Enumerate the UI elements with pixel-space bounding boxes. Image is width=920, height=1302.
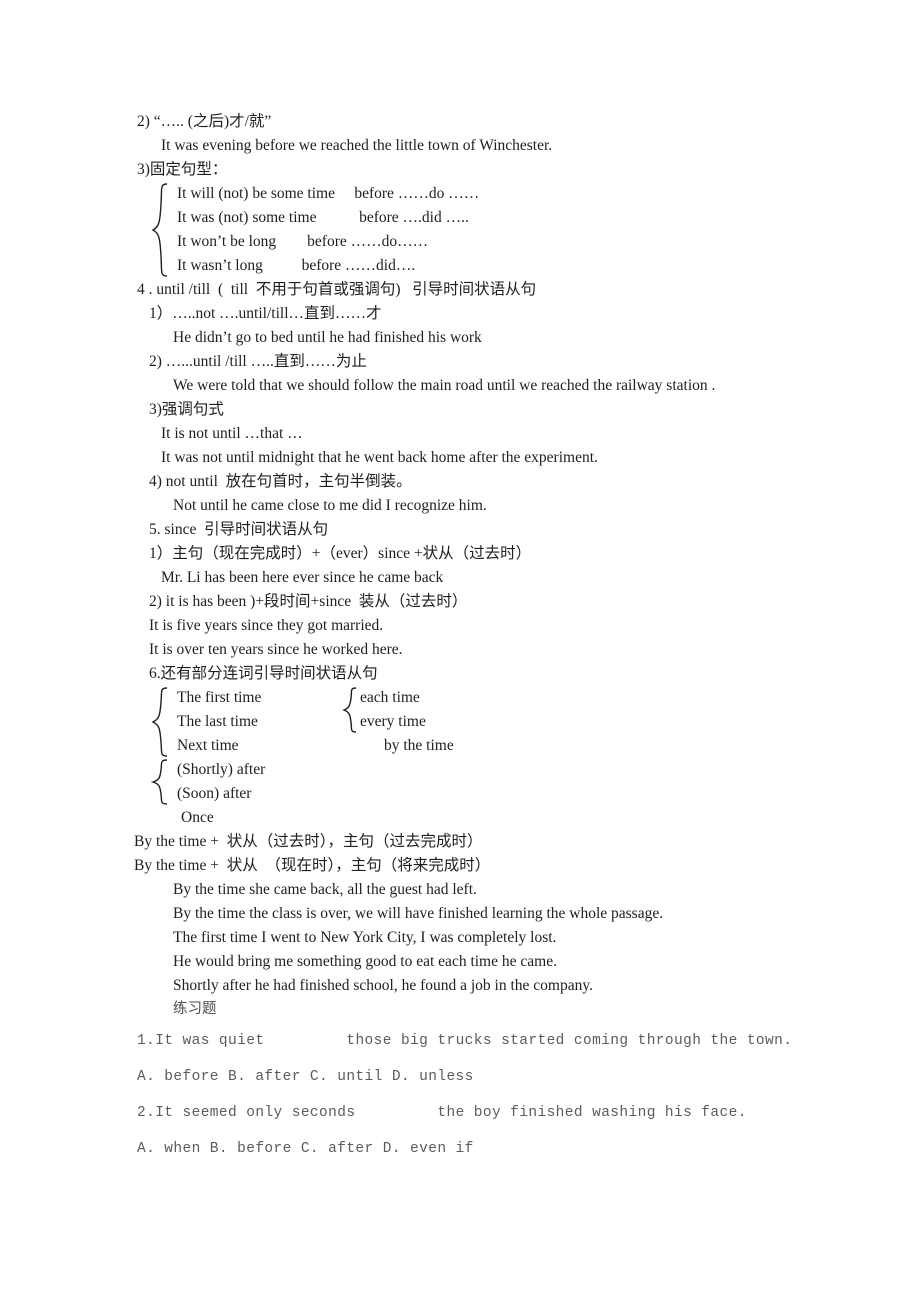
curly-brace-icon <box>151 182 169 278</box>
document-page: 2) “….. (之后)才/就” It was evening before w… <box>0 0 920 1302</box>
since-item-label: 1）主句（现在完成时）+（ever）since +状从（过去时） <box>149 545 532 562</box>
by-the-time-example: By the time she came back, all the guest… <box>173 881 477 898</box>
conjunction-item: each time <box>360 689 420 706</box>
not-until-inversion-example: Not until he came close to me did I reco… <box>173 497 487 514</box>
exercise-section: 练习题 1.It was quiet _______ those big tru… <box>137 995 897 1167</box>
fixed-pattern-row: It won’t be long before ……do…… <box>177 233 429 250</box>
conjunction-item: every time <box>360 713 426 730</box>
answer-blank[interactable]: _______ <box>274 1033 338 1049</box>
question-stem-after: those big trucks started coming through … <box>337 1033 793 1049</box>
emphatic-pattern: It is not until …that … <box>161 425 303 442</box>
by-the-time-pattern: By the time + 状从（过去时），主句（过去完成时） <box>134 833 483 850</box>
by-the-time-example: He would bring me something good to eat … <box>173 953 557 970</box>
curly-brace-icon <box>151 758 169 806</box>
question-stem-before: It was quiet <box>155 1033 274 1049</box>
until-item-example: We were told that we should follow the m… <box>173 377 716 394</box>
example-before-meaning-2: It was evening before we reached the lit… <box>161 137 553 154</box>
fixed-pattern-row: It was (not) some time before ….did ….. <box>177 209 469 226</box>
by-the-time-example: By the time the class is over, we will h… <box>173 905 664 922</box>
other-conjunctions-columns: The first time The last time Next time (… <box>137 686 877 830</box>
fixed-patterns-brace-group: It will (not) be some time before ……do …… <box>137 182 877 278</box>
exercise-options[interactable]: A. when B. before C. after D. even if <box>137 1131 897 1167</box>
curly-brace-icon <box>151 686 169 758</box>
answer-blank[interactable]: _______ <box>365 1105 429 1121</box>
fixed-patterns-rows: It will (not) be some time before ……do …… <box>177 182 877 278</box>
heading-since: 5. since 引导时间状语从句 <box>149 521 329 538</box>
heading-before-meaning-2: 2) “….. (之后)才/就” <box>137 113 272 130</box>
since-item-example: It is over ten years since he worked her… <box>149 641 403 658</box>
exercise-heading: 练习题 <box>173 1001 217 1017</box>
until-item-label: 2) …...until /till …..直到……为止 <box>149 353 367 370</box>
heading-other-conjunctions: 6.还有部分连词引导时间状语从句 <box>149 665 378 682</box>
document-body: 2) “….. (之后)才/就” It was evening before w… <box>134 110 877 998</box>
conjunctions-right-rows: each time every time by the time <box>342 686 672 758</box>
conjunction-item-by-the-time: by the time <box>384 737 454 754</box>
conjunctions-rows-2: (Shortly) after (Soon) after <box>177 758 877 806</box>
conjunctions-brace-group-2: (Shortly) after (Soon) after <box>137 758 877 806</box>
heading-fixed-patterns: 3)固定句型： <box>137 161 228 178</box>
heading-not-until-inversion: 4) not until 放在句首时，主句半倒装。 <box>149 473 412 490</box>
emphatic-example: It was not until midnight that he went b… <box>161 449 598 466</box>
by-the-time-example: The first time I went to New York City, … <box>173 929 557 946</box>
conjunctions-right-column: each time every time by the time <box>342 686 672 758</box>
question-number: 2. <box>137 1105 156 1121</box>
fixed-pattern-row: It will (not) be some time before ……do …… <box>177 185 480 202</box>
conjunction-item-once: Once <box>181 809 214 826</box>
exercise-options[interactable]: A. before B. after C. until D. unless <box>137 1059 897 1095</box>
curly-brace-icon <box>342 686 357 739</box>
fixed-pattern-row: It wasn’t long before ……did…. <box>177 257 416 274</box>
heading-until-till: 4 . until /till ( till 不用于句首或强调句) 引导时间状语… <box>137 281 537 298</box>
conjunction-item: (Shortly) after <box>177 761 266 778</box>
exercise-question: 1.It was quiet _______ those big trucks … <box>137 1023 897 1059</box>
until-item-label: 1）…..not ….until/till…直到……才 <box>149 305 382 322</box>
by-the-time-pattern: By the time + 状从 （现在时），主句（将来完成时） <box>134 857 491 874</box>
since-item-example: Mr. Li has been here ever since he came … <box>161 569 444 586</box>
exercise-question: 2.It seemed only seconds _______ the boy… <box>137 1095 897 1131</box>
heading-emphatic-pattern: 3)强调句式 <box>149 401 224 418</box>
question-number: 1. <box>137 1033 156 1049</box>
question-stem-before: It seemed only seconds <box>155 1105 365 1121</box>
question-stem-after: the boy finished washing his face. <box>428 1105 747 1121</box>
until-item-example: He didn’t go to bed until he had finishe… <box>173 329 482 346</box>
conjunction-item: (Soon) after <box>177 785 252 802</box>
since-item-example: It is five years since they got married. <box>149 617 384 634</box>
since-item-label: 2) it is has been )+段时间+since 装从（过去时） <box>149 593 468 610</box>
